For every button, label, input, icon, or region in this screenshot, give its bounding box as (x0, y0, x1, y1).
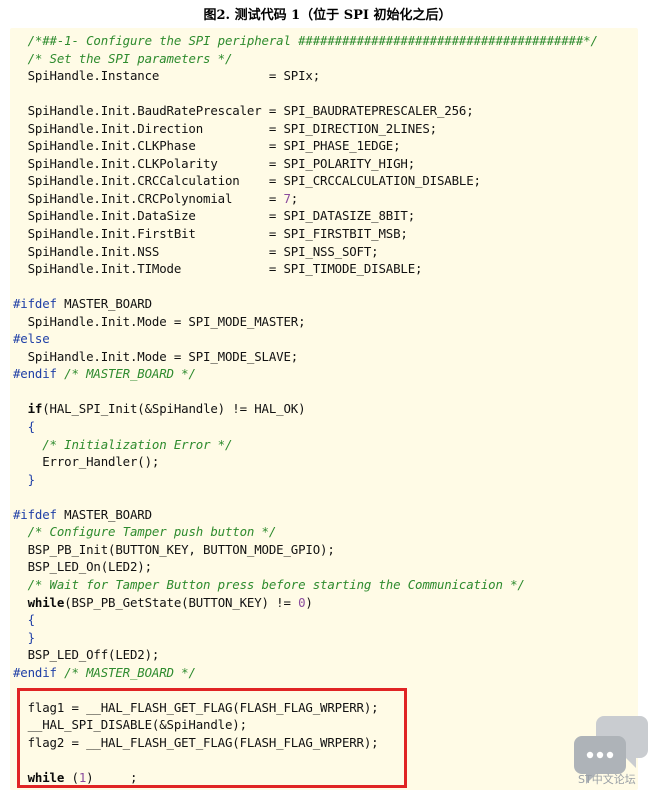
code-token: /* Configure Tamper push button */ (27, 524, 277, 540)
code-token: #endif (13, 366, 57, 382)
code-token: /*##-1- Configure the SPI peripheral ###… (27, 33, 598, 48)
code-token: } (27, 471, 35, 487)
code-token: SpiHandle.Init.FirstBit = SPI_FIRSTBIT_M… (13, 226, 408, 242)
code-token: SpiHandle.Init.CLKPolarity = SPI_POLARIT… (13, 155, 416, 171)
code-token: /* MASTER_BOARD */ (64, 366, 196, 382)
code-line: } (13, 629, 598, 647)
code-token: (HAL_SPI_Init(&SpiHandle) != HAL_OK) (42, 401, 306, 417)
code-line: /* Configure Tamper push button */ (13, 523, 598, 541)
code-token: /* Wait for Tamper Button press before s… (27, 576, 525, 592)
code-token: /* Set the SPI parameters */ (27, 50, 233, 66)
code-token: ) (305, 594, 313, 610)
code-line: /*##-1- Configure the SPI peripheral ###… (13, 32, 598, 50)
code-line: BSP_LED_Off(LED2); (13, 646, 598, 664)
code-line: #ifdef MASTER_BOARD (13, 506, 598, 524)
code-line: #ifdef MASTER_BOARD (13, 295, 598, 313)
code-line: BSP_PB_Init(BUTTON_KEY, BUTTON_MODE_GPIO… (13, 541, 598, 559)
code-line: } (13, 471, 598, 489)
code-line: SpiHandle.Init.NSS = SPI_NSS_SOFT; (13, 243, 598, 261)
code-block: /*##-1- Configure the SPI peripheral ###… (13, 32, 598, 787)
code-line: SpiHandle.Init.Mode = SPI_MODE_SLAVE; (13, 348, 598, 366)
watermark-text: ST中文论坛 (578, 773, 636, 786)
code-token: #else (13, 331, 50, 347)
code-line: SpiHandle.Instance = SPIx; (13, 67, 598, 85)
code-token: { (27, 419, 35, 435)
code-token: SpiHandle.Init.CRCCalculation = SPI_CRCC… (13, 173, 481, 189)
code-token: SpiHandle.Init.BaudRatePrescaler = SPI_B… (13, 103, 474, 119)
code-line: #else (13, 330, 598, 348)
figure-caption: 图2. 测试代码 1（位于 SPI 初始化之后） (203, 8, 452, 23)
code-token: #ifdef (13, 296, 57, 312)
code-token: (BSP_PB_GetState(BUTTON_KEY) != (64, 594, 299, 610)
code-line: SpiHandle.Init.FirstBit = SPI_FIRSTBIT_M… (13, 225, 598, 243)
code-line: #endif /* MASTER_BOARD */ (13, 664, 598, 682)
code-token: BSP_PB_Init(BUTTON_KEY, BUTTON_MODE_GPIO… (13, 541, 335, 557)
code-token: SpiHandle.Init.Direction = SPI_DIRECTION… (13, 120, 438, 136)
code-line: SpiHandle.Init.CLKPolarity = SPI_POLARIT… (13, 155, 598, 173)
code-line: Error_Handler(); (13, 453, 598, 471)
code-token: SpiHandle.Init.NSS = SPI_NSS_SOFT; (13, 243, 379, 259)
code-line: /* Initialization Error */ (13, 436, 598, 454)
code-line: /* Wait for Tamper Button press before s… (13, 576, 598, 594)
code-token: SpiHandle.Init.CRCPolynomial = (13, 190, 284, 206)
code-token: /* Initialization Error */ (42, 436, 233, 452)
code-line: SpiHandle.Init.DataSize = SPI_DATASIZE_8… (13, 207, 598, 225)
code-line: { (13, 418, 598, 436)
code-line: SpiHandle.Init.CRCPolynomial = 7; (13, 190, 598, 208)
code-token: 7 (283, 190, 291, 206)
code-token: BSP_LED_Off(LED2); (13, 647, 160, 663)
code-line: { (13, 611, 598, 629)
code-token: { (27, 612, 35, 628)
code-token: if (27, 401, 43, 417)
code-token: } (27, 629, 35, 645)
code-line: SpiHandle.Init.TIMode = SPI_TIMODE_DISAB… (13, 260, 598, 278)
code-token: ; (290, 190, 299, 206)
code-line: BSP_LED_On(LED2); (13, 558, 598, 576)
code-token: #ifdef (13, 506, 57, 522)
code-token: /* MASTER_BOARD */ (64, 664, 196, 680)
code-token: while (27, 594, 65, 610)
code-line: SpiHandle.Init.BaudRatePrescaler = SPI_B… (13, 102, 598, 120)
code-line: SpiHandle.Init.CRCCalculation = SPI_CRCC… (13, 172, 598, 190)
code-line: if(HAL_SPI_Init(&SpiHandle) != HAL_OK) (13, 400, 598, 418)
code-token: SpiHandle.Init.DataSize = SPI_DATASIZE_8… (13, 208, 416, 224)
code-token: MASTER_BOARD (56, 506, 152, 522)
code-token: SpiHandle.Instance = SPIx; (13, 68, 321, 84)
code-token: SpiHandle.Init.Mode = SPI_MODE_MASTER; (13, 313, 306, 329)
highlight-box (17, 688, 407, 788)
code-token: SpiHandle.Init.Mode = SPI_MODE_SLAVE; (13, 348, 299, 364)
code-token: MASTER_BOARD (56, 296, 152, 312)
code-token: BSP_LED_On(LED2); (13, 559, 152, 575)
code-line: SpiHandle.Init.CLKPhase = SPI_PHASE_1EDG… (13, 137, 598, 155)
code-token: SpiHandle.Init.CLKPhase = SPI_PHASE_1EDG… (13, 138, 401, 154)
code-line: SpiHandle.Init.Direction = SPI_DIRECTION… (13, 120, 598, 138)
code-line: while(BSP_PB_GetState(BUTTON_KEY) != 0) (13, 594, 598, 612)
code-line: #endif /* MASTER_BOARD */ (13, 365, 598, 383)
code-line: SpiHandle.Init.Mode = SPI_MODE_MASTER; (13, 313, 598, 331)
code-token: #endif (13, 664, 57, 680)
code-line: /* Set the SPI parameters */ (13, 50, 598, 68)
code-token: Error_Handler(); (13, 454, 160, 470)
code-token: SpiHandle.Init.TIMode = SPI_TIMODE_DISAB… (13, 261, 423, 277)
